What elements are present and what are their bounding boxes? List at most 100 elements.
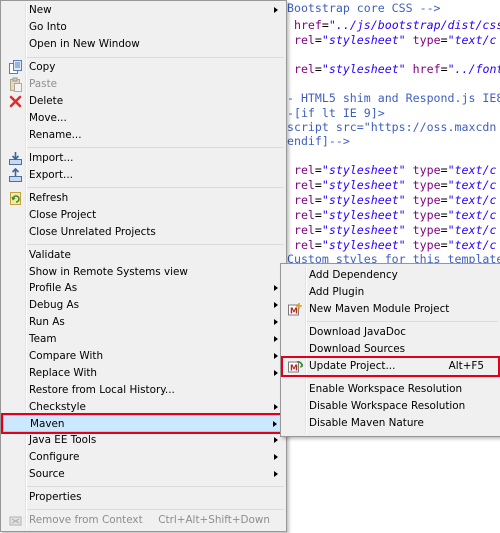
submenu-item-disable-workspace-resolution[interactable]: Disable Workspace Resolution [283,398,498,415]
code-line: k rel="stylesheet" href="../font [280,62,500,76]
refresh-icon [8,191,23,206]
update-project-icon: M [288,359,304,374]
menu-item-label: Close Project [29,209,97,221]
menu-item-compare-with[interactable]: Compare With [3,348,284,365]
submenu-item-download-sources[interactable]: Download Sources [283,341,498,358]
submenu-item-add-plugin[interactable]: Add Plugin [283,284,498,301]
menu-item-label: New Maven Module Project [309,303,450,315]
menu-item-profile-as[interactable]: Profile As [3,280,284,297]
menu-item-shortcut: Alt+F5 [448,360,484,372]
code-token: = [314,33,322,47]
code-token: = [440,62,448,76]
menu-item-show-in-remote-systems-view[interactable]: Show in Remote Systems view [3,264,284,281]
menu-item-paste: Paste [3,76,284,93]
menu-item-label: Source [29,468,65,480]
code-token: = [440,178,448,192]
menu-item-label: Validate [29,249,71,261]
code-line: k href="../js/bootstrap/dist/css [280,18,500,32]
menu-item-move[interactable]: Move... [3,110,284,127]
menu-item-delete[interactable]: Delete [3,93,284,110]
submenu-item-enable-workspace-resolution[interactable]: Enable Workspace Resolution [283,381,498,398]
svg-text:M: M [290,307,298,316]
code-token: "../js/bootstrap/dist/css [328,18,500,32]
code-token: "stylesheet" [321,62,413,76]
menu-item-label: Add Plugin [309,286,365,298]
menu-item-restore-from-local-history[interactable]: Restore from Local History... [3,382,284,399]
menu-item-label: Download JavaDoc [309,326,406,338]
code-token: type [412,223,441,237]
menu-item-team[interactable]: Team [3,331,284,348]
submenu-item-update-project[interactable]: M Update Project... Alt+F5 [283,358,498,375]
menu-item-label: New [29,4,52,16]
menu-item-export[interactable]: Export... [3,167,284,184]
menu-item-properties[interactable]: Properties [3,489,284,506]
code-token: type [412,178,441,192]
code-token: = [314,193,322,207]
code-line: k rel="stylesheet" type="text/c [280,193,496,207]
code-token: = [440,208,448,222]
menu-item-refresh[interactable]: Refresh [3,190,284,207]
submenu-arrow-icon [274,471,278,477]
menu-item-open-in-new-window[interactable]: Open in New Window [3,36,284,53]
menu-item-close-project[interactable]: Close Project [3,207,284,224]
import-icon [8,151,23,166]
menu-item-import[interactable]: Import... [3,150,284,167]
submenu-arrow-icon [274,336,278,342]
menu-item-shortcut: Ctrl+Alt+Shift+Down [158,514,270,526]
menu-item-replace-with[interactable]: Replace With [3,365,284,382]
menu-item-run-as[interactable]: Run As [3,314,284,331]
code-line: --[if lt IE 9]> [280,106,385,120]
menu-item-checkstyle[interactable]: Checkstyle [3,399,284,416]
code-line: Bootstrap core CSS --> [280,1,441,15]
delete-icon [8,94,23,109]
code-token: "text/c [447,163,497,177]
code-token: "stylesheet" [321,178,413,192]
code-token: href [293,18,322,32]
menu-item-label: Disable Maven Nature [309,417,424,429]
menu-separator [27,244,284,245]
code-token: = [314,178,322,192]
code-token: "stylesheet" [321,223,413,237]
menu-item-debug-as[interactable]: Debug As [3,297,284,314]
code-token: rel [293,193,315,207]
code-line: [endif]--> [280,134,350,148]
submenu-arrow-icon [273,421,277,427]
menu-item-copy[interactable]: Copy [3,59,284,76]
menu-item-new[interactable]: New [3,2,284,19]
menu-item-rename[interactable]: Rename... [3,127,284,144]
menu-item-java-ee-tools[interactable]: Java EE Tools [3,432,284,449]
submenu-item-download-javadoc[interactable]: Download JavaDoc [283,324,498,341]
code-line: k rel="stylesheet" type="text/c [280,178,496,192]
code-token: "text/c [447,208,497,222]
menu-item-validate[interactable]: Validate [3,247,284,264]
menu-item-label: Debug As [29,299,79,311]
menu-item-label: Profile As [29,282,78,294]
submenu-item-disable-maven-nature[interactable]: Disable Maven Nature [283,415,498,432]
code-token: "text/c [447,193,497,207]
code-token: "stylesheet" [321,193,413,207]
menu-item-label: Run As [29,316,65,328]
menu-item-label: Copy [29,61,56,73]
menu-item-source[interactable]: Source [3,466,284,483]
submenu-item-add-dependency[interactable]: Add Dependency [283,267,498,284]
menu-item-label: Move... [29,112,67,124]
export-icon [8,167,23,183]
code-token: Bootstrap core CSS --> [280,1,441,15]
code-token: rel [293,178,315,192]
code-line: k rel="stylesheet" type="text/c [280,223,496,237]
menu-separator [27,57,284,58]
remove-context-icon [8,513,23,528]
menu-item-go-into[interactable]: Go Into [3,19,284,36]
submenu-arrow-icon [274,370,278,376]
submenu-item-new-maven-module-project[interactable]: M New Maven Module Project [283,301,498,318]
menu-item-label: Add Dependency [309,269,398,281]
menu-item-maven[interactable]: Maven [3,415,284,432]
code-line: k rel="stylesheet" type="text/c [280,33,496,47]
code-token: = [314,208,322,222]
code-line: <script src="https://oss.maxcdn [280,120,496,134]
menu-item-configure[interactable]: Configure [3,449,284,466]
code-token: = [314,223,322,237]
menu-item-close-unrelated-projects[interactable]: Close Unrelated Projects [3,224,284,241]
paste-icon [8,77,23,92]
menu-item-label: Disable Workspace Resolution [309,400,466,412]
